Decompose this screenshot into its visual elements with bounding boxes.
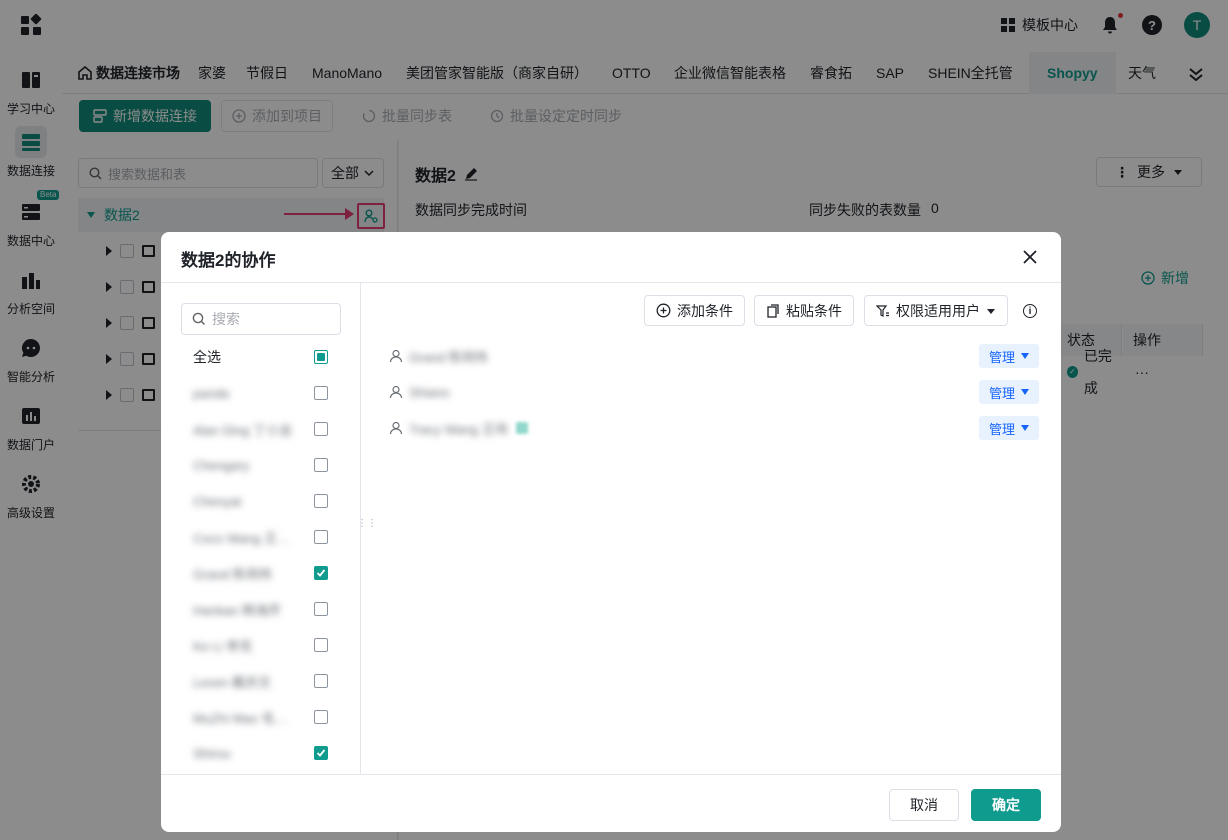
- dialog-title: 数据2的协作: [181, 251, 276, 270]
- plus-circle-icon: [656, 303, 671, 318]
- role-label: 管理: [988, 385, 1015, 401]
- dialog-footer: 取消 确定: [161, 774, 1061, 832]
- cancel-button[interactable]: 取消: [889, 789, 959, 821]
- member-checkbox[interactable]: [314, 386, 328, 400]
- role-dropdown[interactable]: 管理: [979, 344, 1039, 368]
- select-all-label: 全选: [193, 349, 221, 365]
- member-row[interactable]: Lexen 戴庆文: [161, 663, 360, 699]
- member-name: Lexen 戴庆文: [193, 674, 272, 690]
- perm-users-dropdown[interactable]: 权限适用用户: [864, 295, 1008, 326]
- caret-down-icon: [987, 308, 995, 314]
- member-checkbox-checked[interactable]: [314, 566, 328, 580]
- member-name: Shirou: [193, 745, 231, 761]
- member-name: Chenyat: [193, 493, 242, 509]
- paste-icon: [767, 303, 779, 318]
- member-checkbox[interactable]: [314, 602, 328, 616]
- member-name: MuZhi Mao 毛…: [193, 710, 288, 726]
- member-checkbox[interactable]: [314, 422, 328, 436]
- member-name: Coco Wang 王…: [193, 530, 291, 546]
- role-dropdown[interactable]: 管理: [979, 416, 1039, 440]
- select-all-checkbox[interactable]: [314, 350, 328, 364]
- user-name: Grand 陈玥伟: [409, 349, 488, 365]
- member-row[interactable]: Shirou: [161, 735, 360, 771]
- member-row[interactable]: Ke Li 李克: [161, 627, 360, 663]
- member-row[interactable]: Coco Wang 王…: [161, 519, 360, 555]
- member-row[interactable]: Chengary: [161, 447, 360, 483]
- member-row[interactable]: Grand 陈玥伟: [161, 555, 360, 591]
- check-icon: [316, 749, 326, 757]
- member-checkbox[interactable]: [314, 674, 328, 688]
- user-icon: [389, 421, 403, 435]
- member-checkbox-checked[interactable]: [314, 746, 328, 760]
- add-condition-button[interactable]: 添加条件: [644, 295, 745, 326]
- resize-handle-icon[interactable]: ⋮⋮: [357, 519, 377, 536]
- role-label: 管理: [988, 349, 1015, 365]
- confirm-button[interactable]: 确定: [971, 789, 1041, 821]
- member-checkbox[interactable]: [314, 638, 328, 652]
- filter-user-icon: [876, 304, 889, 317]
- member-list: 搜索 全选 panda Alan Ding 丁小龙 Chengary Cheny…: [161, 283, 361, 774]
- search-icon: [192, 312, 205, 325]
- paste-condition-button[interactable]: 粘贴条件: [754, 295, 854, 326]
- role-dropdown[interactable]: 管理: [979, 380, 1039, 404]
- caret-down-icon: [1021, 389, 1029, 395]
- collaboration-dialog: 数据2的协作 搜索 全选 panda Alan Ding 丁小龙 Chengar…: [161, 232, 1061, 832]
- caret-down-icon: [1021, 425, 1029, 431]
- member-name: Chengary: [193, 457, 250, 473]
- close-icon[interactable]: [1021, 248, 1039, 266]
- permission-user-row: Shiano 管理: [389, 380, 1039, 404]
- user-tag-icon: [515, 422, 528, 434]
- member-name: Ke Li 李克: [193, 638, 253, 654]
- info-icon[interactable]: i: [1023, 304, 1037, 318]
- caret-down-icon: [1021, 353, 1029, 359]
- member-row[interactable]: panda: [161, 375, 360, 411]
- role-label: 管理: [988, 421, 1015, 437]
- select-all-row[interactable]: 全选: [161, 339, 360, 375]
- member-checkbox[interactable]: [314, 710, 328, 724]
- member-checkbox[interactable]: [314, 458, 328, 472]
- member-checkbox[interactable]: [314, 494, 328, 508]
- paste-condition-label: 粘贴条件: [786, 302, 842, 319]
- permission-user-row: Grand 陈玥伟 管理: [389, 344, 1039, 368]
- member-name: Grand 陈玥伟: [193, 566, 272, 582]
- member-row[interactable]: Hanban 韩海芹: [161, 591, 360, 627]
- user-name: Shiano: [409, 384, 450, 400]
- member-row[interactable]: MuZhi Mao 毛…: [161, 699, 360, 735]
- member-name: Alan Ding 丁小龙: [193, 422, 292, 438]
- member-row[interactable]: Chenyat: [161, 483, 360, 519]
- member-name: panda: [193, 385, 230, 401]
- user-name: Tracy Wang 王玮: [409, 421, 508, 437]
- member-row[interactable]: Alan Ding 丁小龙: [161, 411, 360, 447]
- member-checkbox[interactable]: [314, 530, 328, 544]
- search-placeholder: 搜索: [212, 311, 240, 327]
- member-name: Hanban 韩海芹: [193, 602, 282, 618]
- user-icon: [389, 349, 403, 363]
- add-condition-label: 添加条件: [677, 302, 733, 319]
- permission-user-row: Tracy Wang 王玮 管理: [389, 416, 1039, 440]
- member-search-input[interactable]: 搜索: [181, 303, 341, 335]
- perm-users-label: 权限适用用户: [896, 302, 980, 319]
- user-icon: [389, 385, 403, 399]
- check-icon: [316, 569, 326, 577]
